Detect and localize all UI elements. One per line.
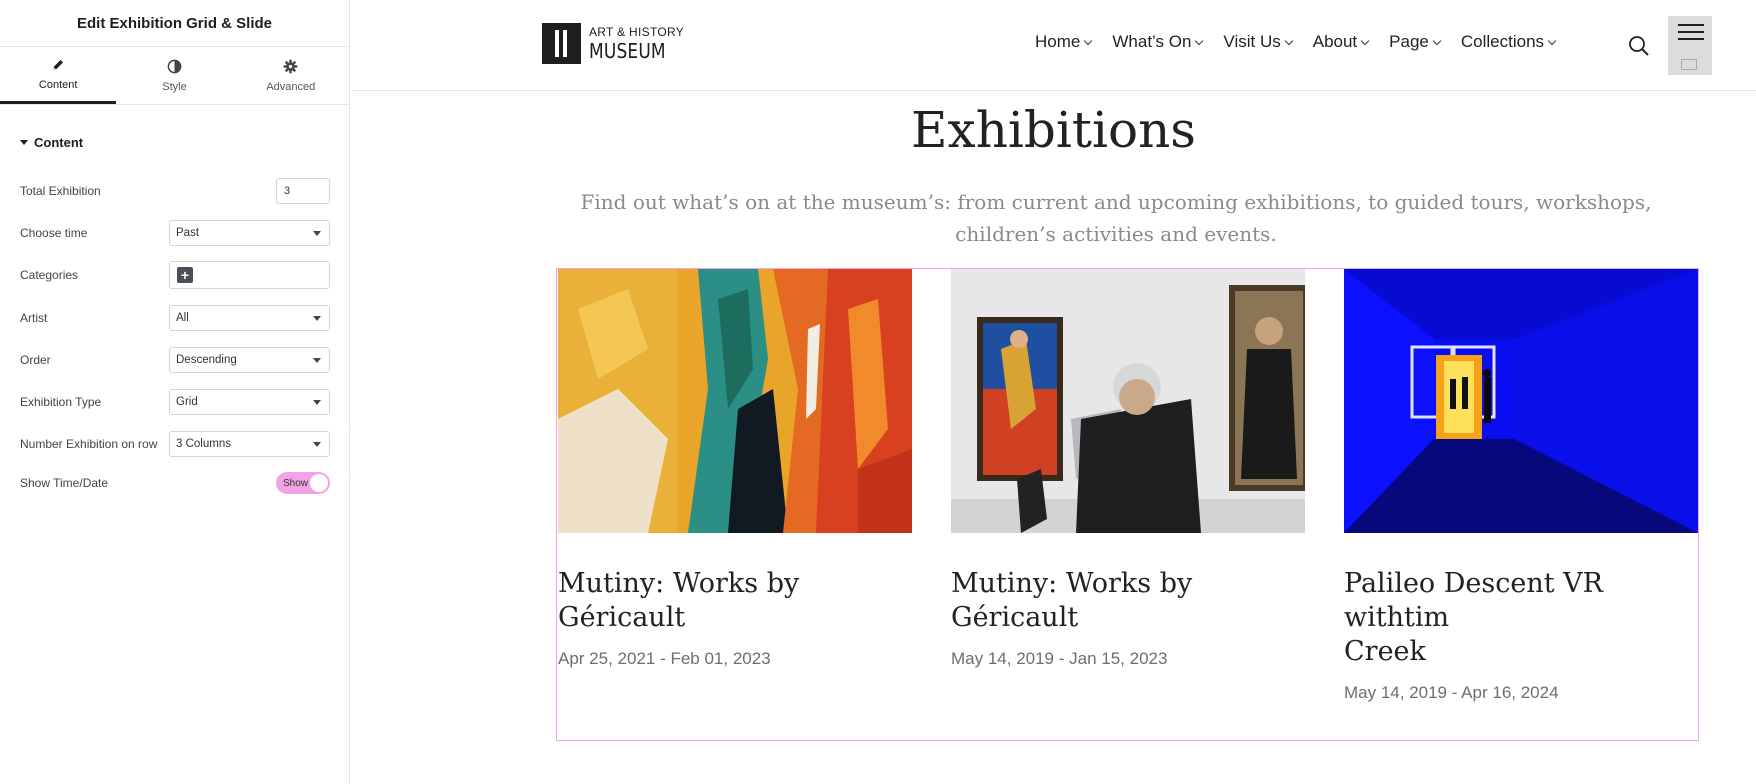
logo-mark-icon bbox=[542, 23, 581, 64]
order-select[interactable]: Descending bbox=[169, 347, 330, 373]
plus-icon[interactable]: + bbox=[177, 267, 193, 283]
hamburger-icon bbox=[1678, 38, 1704, 40]
menu-button[interactable] bbox=[1668, 16, 1712, 75]
nav-label: About bbox=[1312, 32, 1358, 51]
nav-label: Home bbox=[1035, 32, 1081, 51]
exhibition-image-abstract-paint[interactable] bbox=[558, 269, 912, 533]
control-exhibition-type: Exhibition Type Grid bbox=[20, 389, 330, 415]
control-label: Artist bbox=[20, 311, 48, 325]
tab-content-label: Content bbox=[38, 79, 78, 91]
control-order: Order Descending bbox=[20, 347, 330, 373]
exhibition-image-gallery-visitor[interactable] bbox=[951, 269, 1305, 533]
logo-big-text: MUSEUM bbox=[589, 38, 666, 63]
select-value: All bbox=[176, 312, 189, 324]
main-nav: Home What’s On Visit Us About Page Colle… bbox=[1035, 32, 1576, 52]
gear-icon bbox=[283, 59, 299, 75]
editor-panel: Edit Exhibition Grid & Slide Content Sty… bbox=[0, 0, 350, 784]
cart-icon bbox=[1681, 59, 1697, 70]
hamburger-icon bbox=[1678, 24, 1704, 26]
control-total-exhibition: Total Exhibition 3 bbox=[20, 178, 330, 204]
exhibition-grid[interactable]: Mutiny: Works by Géricault Apr 25, 2021 … bbox=[556, 268, 1699, 741]
control-label: Show Time/Date bbox=[20, 476, 109, 490]
nav-item-about[interactable]: About bbox=[1312, 32, 1370, 52]
select-value: Grid bbox=[176, 396, 198, 408]
control-label: Total Exhibition bbox=[20, 184, 101, 198]
control-artist: Artist All bbox=[20, 305, 330, 331]
exhibition-title[interactable]: Palileo Descent VR withtim Creek bbox=[1344, 567, 1698, 669]
chevron-down-icon bbox=[1547, 36, 1557, 45]
section-title: Content bbox=[34, 135, 84, 150]
control-label: Choose time bbox=[20, 226, 88, 240]
logo-text: ART & HISTORY MUSEUM bbox=[589, 25, 684, 63]
page-intro: Find out what’s on at the museum’s: from… bbox=[580, 190, 1652, 246]
dropdown-arrow-icon bbox=[313, 230, 321, 236]
pencil-icon bbox=[50, 57, 66, 73]
select-value: 3 Columns bbox=[176, 438, 231, 450]
toggle-label: Show bbox=[283, 477, 309, 489]
control-show-time-date: Show Time/Date Show bbox=[20, 470, 330, 496]
logo-small-text: ART & HISTORY bbox=[589, 24, 685, 39]
contrast-icon bbox=[166, 59, 182, 75]
exhibition-title[interactable]: Mutiny: Works by Géricault bbox=[951, 567, 1305, 635]
nav-item-page[interactable]: Page bbox=[1389, 32, 1442, 52]
site-header: ART & HISTORY MUSEUM Home What’s On Visi… bbox=[351, 0, 1756, 91]
museum-logo[interactable]: ART & HISTORY MUSEUM bbox=[542, 23, 684, 64]
site-preview: ART & HISTORY MUSEUM Home What’s On Visi… bbox=[351, 0, 1756, 784]
search-icon[interactable] bbox=[1628, 35, 1650, 62]
caret-down-icon bbox=[20, 140, 28, 145]
control-label: Order bbox=[20, 353, 51, 367]
select-value: Descending bbox=[176, 354, 237, 366]
nav-item-home[interactable]: Home bbox=[1035, 32, 1093, 52]
number-on-row-select[interactable]: 3 Columns bbox=[169, 431, 330, 457]
tab-content[interactable]: Content bbox=[0, 47, 117, 104]
panel-tabs: Content Style Advanced bbox=[0, 47, 349, 105]
toggle-knob bbox=[310, 474, 328, 492]
exhibition-title[interactable]: Mutiny: Works by Géricault bbox=[558, 567, 912, 635]
section-toggle-content[interactable]: Content bbox=[20, 135, 349, 150]
choose-time-select[interactable]: Past bbox=[169, 220, 330, 246]
control-number-on-row: Number Exhibition on row 3 Columns bbox=[20, 431, 330, 457]
control-label: Number Exhibition on row bbox=[20, 437, 158, 451]
exhibition-image-blue-tunnel[interactable] bbox=[1344, 269, 1698, 533]
dropdown-arrow-icon bbox=[313, 441, 321, 447]
tab-advanced[interactable]: Advanced bbox=[233, 47, 349, 104]
exhibition-card[interactable]: Mutiny: Works by Géricault Apr 25, 2021 … bbox=[558, 269, 912, 669]
tab-style-label: Style bbox=[162, 80, 187, 93]
hamburger-icon bbox=[1678, 31, 1704, 33]
dropdown-arrow-icon bbox=[313, 357, 321, 363]
show-time-date-toggle[interactable]: Show bbox=[276, 472, 330, 494]
nav-label: Visit Us bbox=[1223, 32, 1281, 51]
control-choose-time: Choose time Past bbox=[20, 220, 330, 246]
tab-advanced-label: Advanced bbox=[266, 80, 316, 93]
nav-item-visit-us[interactable]: Visit Us bbox=[1223, 32, 1293, 52]
control-label: Exhibition Type bbox=[20, 395, 102, 409]
exhibition-card[interactable]: Palileo Descent VR withtim Creek May 14,… bbox=[1344, 269, 1698, 703]
total-exhibition-input[interactable]: 3 bbox=[276, 178, 330, 204]
nav-label: Collections bbox=[1460, 32, 1545, 51]
chevron-down-icon bbox=[1432, 36, 1442, 45]
control-label: Categories bbox=[20, 268, 79, 282]
chevron-down-icon bbox=[1195, 36, 1204, 45]
chevron-down-icon bbox=[1084, 36, 1093, 45]
control-categories: Categories + bbox=[20, 261, 330, 289]
nav-item-whats-on[interactable]: What’s On bbox=[1112, 32, 1204, 52]
select-value: Past bbox=[176, 227, 200, 239]
page-title: Exhibitions bbox=[911, 101, 1196, 159]
panel-title: Edit Exhibition Grid & Slide bbox=[0, 0, 349, 47]
exhibition-date: May 14, 2019 - Apr 16, 2024 bbox=[1344, 683, 1559, 702]
exhibition-type-select[interactable]: Grid bbox=[169, 389, 330, 415]
exhibition-date: May 14, 2019 - Jan 15, 2023 bbox=[951, 649, 1168, 668]
exhibition-date: Apr 25, 2021 - Feb 01, 2023 bbox=[558, 649, 771, 668]
nav-label: What’s On bbox=[1112, 32, 1192, 51]
categories-field[interactable]: + bbox=[169, 261, 330, 289]
nav-item-collections[interactable]: Collections bbox=[1460, 32, 1557, 52]
nav-label: Page bbox=[1389, 32, 1429, 51]
dropdown-arrow-icon bbox=[313, 315, 321, 321]
tab-style[interactable]: Style bbox=[116, 47, 232, 104]
artist-select[interactable]: All bbox=[169, 305, 330, 331]
dropdown-arrow-icon bbox=[313, 399, 321, 405]
chevron-down-icon bbox=[1360, 36, 1370, 45]
exhibition-card[interactable]: Mutiny: Works by Géricault May 14, 2019 … bbox=[951, 269, 1305, 669]
chevron-down-icon bbox=[1284, 36, 1293, 45]
